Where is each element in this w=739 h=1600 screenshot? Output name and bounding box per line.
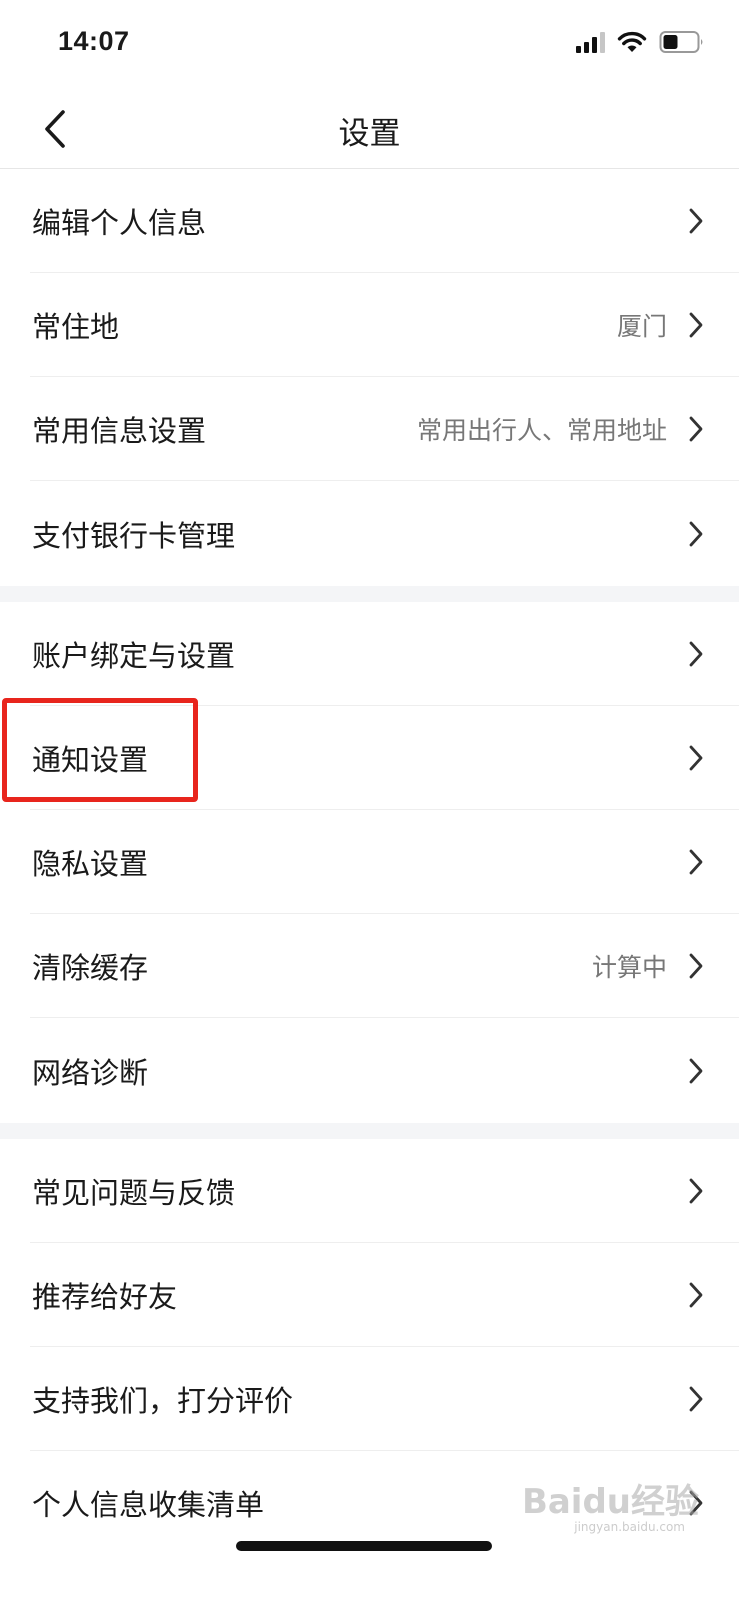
setting-label: 隐私设置 [32, 847, 149, 881]
home-indicator[interactable] [236, 1541, 492, 1551]
setting-label: 网络诊断 [32, 1055, 149, 1090]
status-time: 14:07 [58, 26, 130, 56]
chevron-right-icon [685, 639, 707, 669]
setting-row-rate-us[interactable]: 支持我们，打分评价 [0, 1347, 739, 1451]
setting-value: 厦门 [616, 312, 667, 341]
setting-label: 清除缓存 [32, 951, 149, 985]
chevron-right-icon [685, 414, 707, 444]
settings-group-account-info: 编辑个人信息 常住地 厦门 常用信息设置 常用出行人、常用地址 支付银行卡管理 [0, 169, 739, 586]
setting-row-recommend-friends[interactable]: 推荐给好友 [0, 1243, 739, 1347]
setting-row-common-info[interactable]: 常用信息设置 常用出行人、常用地址 [0, 377, 739, 481]
navigation-bar: 设置 [0, 90, 739, 169]
setting-label: 编辑个人信息 [32, 206, 207, 240]
chevron-right-icon [685, 1056, 707, 1086]
setting-label: 常用信息设置 [32, 414, 207, 448]
setting-row-notifications[interactable]: 通知设置 [0, 706, 739, 810]
chevron-right-icon [685, 206, 707, 236]
chevron-right-icon [685, 1176, 707, 1206]
setting-row-faq-feedback[interactable]: 常见问题与反馈 [0, 1139, 739, 1243]
settings-group-system: 账户绑定与设置 通知设置 隐私设置 清除缓存 计算中 网络诊断 [0, 602, 739, 1123]
setting-row-network-diagnosis[interactable]: 网络诊断 [0, 1018, 739, 1123]
chevron-right-icon [685, 1384, 707, 1414]
setting-row-clear-cache[interactable]: 清除缓存 计算中 [0, 914, 739, 1018]
setting-row-bank-cards[interactable]: 支付银行卡管理 [0, 481, 739, 586]
battery-icon [659, 31, 703, 53]
setting-label: 推荐给好友 [32, 1280, 178, 1314]
chevron-right-icon [685, 519, 707, 549]
setting-value: 计算中 [591, 953, 667, 982]
setting-label: 支持我们，打分评价 [32, 1384, 294, 1418]
wifi-icon [617, 31, 647, 52]
setting-row-residence[interactable]: 常住地 厦门 [0, 273, 739, 377]
settings-list: 编辑个人信息 常住地 厦门 常用信息设置 常用出行人、常用地址 支付银行卡管理 [0, 169, 739, 1555]
setting-label: 支付银行卡管理 [32, 518, 236, 553]
setting-label: 常住地 [32, 310, 120, 344]
setting-label: 通知设置 [32, 743, 149, 777]
chevron-right-icon [685, 310, 707, 340]
setting-label: 常见问题与反馈 [32, 1176, 236, 1210]
cellular-signal-icon [576, 31, 605, 53]
setting-row-account-binding[interactable]: 账户绑定与设置 [0, 602, 739, 706]
chevron-right-icon [685, 1280, 707, 1310]
section-separator [0, 586, 739, 602]
setting-row-privacy[interactable]: 隐私设置 [0, 810, 739, 914]
chevron-right-icon [685, 743, 707, 773]
baidu-watermark-url: jingyan.baidu.com [574, 1520, 685, 1534]
setting-value: 常用出行人、常用地址 [416, 416, 667, 445]
chevron-right-icon [685, 847, 707, 877]
status-icons [576, 30, 705, 54]
setting-row-edit-profile[interactable]: 编辑个人信息 [0, 169, 739, 273]
baidu-watermark: Baidu经验 [521, 1482, 699, 1522]
setting-label: 账户绑定与设置 [32, 639, 236, 673]
page-title: 设置 [338, 116, 401, 152]
chevron-right-icon [685, 951, 707, 981]
section-separator [0, 1123, 739, 1139]
status-bar: 14:07 [0, 0, 739, 90]
